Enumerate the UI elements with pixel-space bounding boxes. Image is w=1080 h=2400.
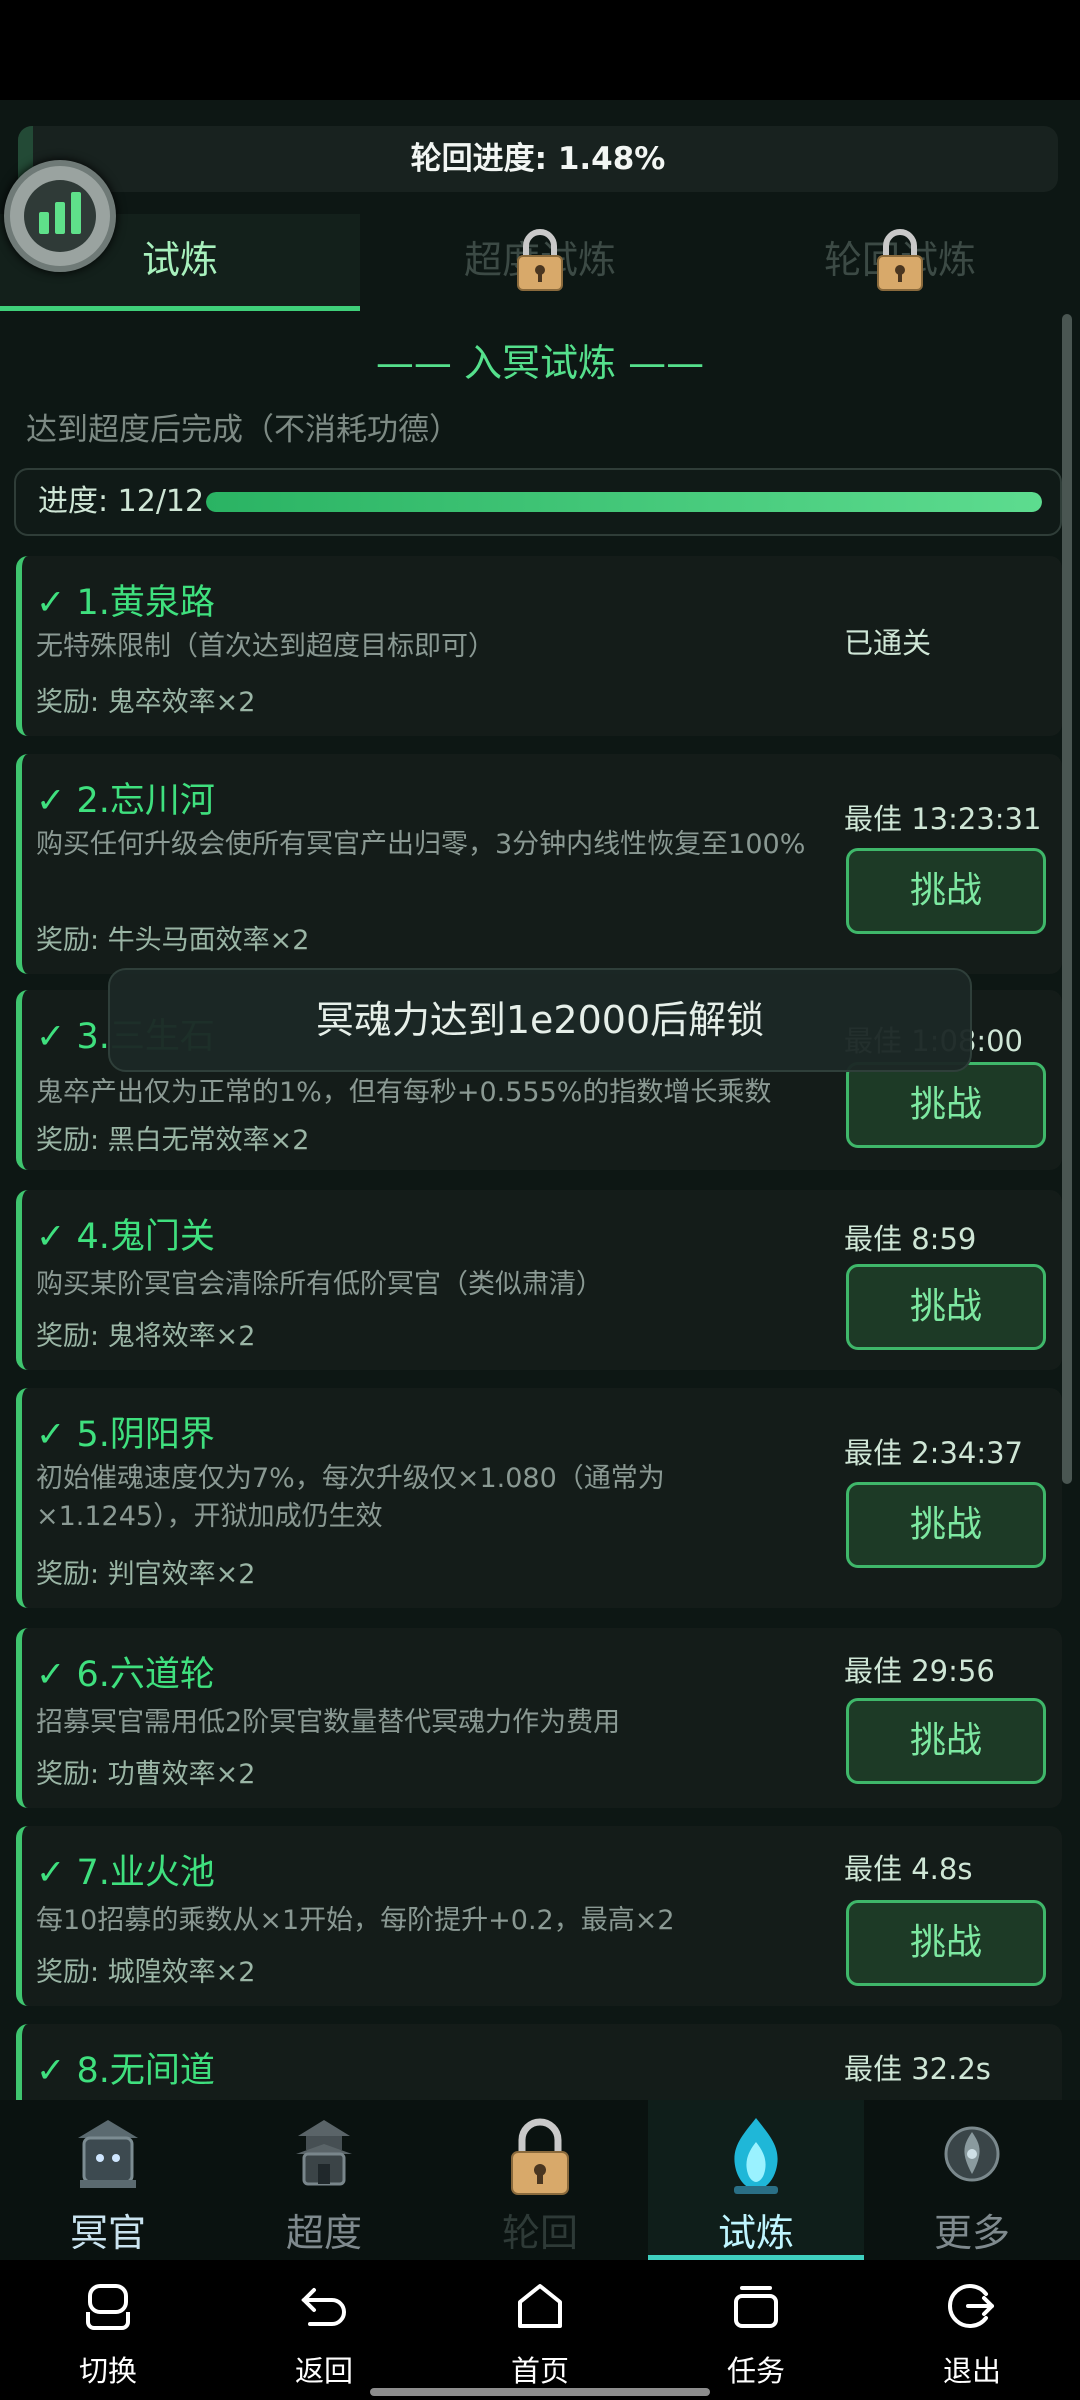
tasks-button[interactable]: 任务 [648,2260,864,2400]
section-title: —— 入冥试炼 —— [375,341,705,385]
home-icon [512,2278,568,2334]
lock-icon [874,228,926,294]
trial-name: ✓ 2.忘川河 [36,781,215,821]
challenge-button[interactable]: 挑战 [846,1264,1046,1350]
blue-flame-icon [720,2114,792,2198]
nav-chaodu[interactable]: 超度 [216,2100,432,2260]
trial-best-time: 最佳 29:56 [844,1654,995,1688]
bar-chart-icon [24,180,96,252]
unlock-toast: 冥魂力达到1e2000后解锁 [108,968,972,1072]
exit-label: 退出 [942,2354,1001,2388]
pagoda-icon [288,2114,360,2198]
trial-progress-label: 进度: 12/12 [38,484,205,519]
home-button[interactable]: 首页 [432,2260,648,2400]
trial-description: 无特殊限制（首次达到超度目标即可） [36,631,495,662]
trial-description: 初始催魂速度仅为7%，每次升级仅×1.080（通常为×1.1245），开狱加成仍… [36,1463,665,1532]
nav-mingguan[interactable]: 冥官 [0,2100,216,2260]
nav-more[interactable]: 更多 [864,2100,1080,2260]
trial-reward: 奖励: 鬼将效率×2 [36,1321,256,1352]
trial-progress-fill [206,492,1042,512]
home-label: 首页 [510,2354,569,2388]
trial-reward: 奖励: 鬼卒效率×2 [36,687,256,718]
challenge-button[interactable]: 挑战 [846,1482,1046,1568]
tasks-label: 任务 [726,2354,785,2388]
reincarnation-progress-bar: 轮回进度: 1.48% [18,126,1058,192]
lock-icon [504,2114,576,2198]
ornament-icon [936,2114,1008,2198]
nav-label: 试炼 [717,2211,794,2255]
trial-name: ✓ 1.黄泉路 [36,583,215,623]
switch-label: 切换 [78,2354,137,2388]
trial-reward: 奖励: 功曹效率×2 [36,1759,256,1790]
trial-description: 每10招募的乘数从×1开始，每阶提升+0.2，最高×2 [36,1905,675,1936]
trial-description: 鬼卒产出仅为正常的1%，但有每秒+0.555%的指数增长乘数 [36,1077,772,1108]
stats-button[interactable] [4,160,116,272]
trial-card-2: ✓ 2.忘川河 购买任何升级会使所有冥官产出归零，3分钟内线性恢复至100% 奖… [16,754,1062,974]
trial-subtabs: 试炼 超度试炼 轮回试炼 [0,214,1080,311]
trial-reward: 奖励: 判官效率×2 [36,1559,256,1590]
progress-label: 轮回进度: 1.48% [410,141,666,177]
switch-icon [80,2278,136,2334]
trial-name: ✓ 5.阴阳界 [36,1415,215,1455]
back-icon [296,2278,352,2334]
nav-label: 冥官 [69,2211,146,2255]
challenge-button[interactable]: 挑战 [846,1900,1046,1986]
trial-card-5: ✓ 5.阴阳界 初始催魂速度仅为7%，每次升级仅×1.080（通常为×1.124… [16,1388,1062,1608]
trial-card-1: ✓ 1.黄泉路 无特殊限制（首次达到超度目标即可） 奖励: 鬼卒效率×2 已通关 [16,556,1062,736]
back-label: 返回 [294,2354,353,2388]
bottom-nav: 冥官 超度 轮回 试炼 更多 [0,2100,1080,2260]
trial-name: ✓ 8.无间道 [36,2051,215,2091]
challenge-button[interactable]: 挑战 [846,848,1046,934]
status-bar [0,0,1080,100]
gate-icon [72,2114,144,2198]
lock-icon [514,228,566,294]
challenge-button[interactable]: 挑战 [846,1062,1046,1148]
nav-shilian[interactable]: 试炼 [648,2100,864,2260]
trial-reward: 奖励: 黑白无常效率×2 [36,1125,310,1156]
trial-reward: 奖励: 牛头马面效率×2 [36,925,310,956]
trial-description: 招募冥官需用低2阶冥官数量替代冥魂力作为费用 [36,1707,621,1738]
tasks-icon [728,2278,784,2334]
trial-card-4: ✓ 4.鬼门关 购买某阶冥官会清除所有低阶冥官（类似肃清） 奖励: 鬼将效率×2… [16,1190,1062,1370]
trial-card-6: ✓ 6.六道轮 招募冥官需用低2阶冥官数量替代冥魂力作为费用 奖励: 功曹效率×… [16,1628,1062,1808]
trial-name: ✓ 6.六道轮 [36,1655,215,1695]
scrollbar[interactable] [1062,314,1072,1484]
trial-best-time: 最佳 8:59 [844,1222,977,1256]
trial-best-time: 最佳 32.2s [844,2052,991,2086]
trial-progress-track [206,492,1042,512]
trial-status: 已通关 [844,626,932,660]
nav-lunhui[interactable]: 轮回 [432,2100,648,2260]
nav-label: 超度 [285,2211,362,2255]
trial-card-7: ✓ 7.业火池 每10招募的乘数从×1开始，每阶提升+0.2，最高×2 奖励: … [16,1826,1062,2006]
trial-card-8: ✓ 8.无间道 最佳 32.2s [16,2024,1062,2100]
home-indicator [370,2388,710,2396]
tab-trial-label: 试炼 [141,238,218,282]
trial-progress-bar: 进度: 12/12 [14,468,1062,536]
trial-name: ✓ 4.鬼门关 [36,1217,215,1257]
trial-reward: 奖励: 城隍效率×2 [36,1957,256,1988]
trial-description: 购买任何升级会使所有冥官产出归零，3分钟内线性恢复至100% [36,829,806,860]
challenge-button[interactable]: 挑战 [846,1698,1046,1784]
nav-label: 更多 [933,2211,1010,2255]
switch-button[interactable]: 切换 [0,2260,216,2400]
trial-best-time: 最佳 13:23:31 [844,802,1042,836]
trial-best-time: 最佳 2:34:37 [844,1436,1024,1470]
section-subtitle: 达到超度后完成（不消耗功德） [26,412,460,448]
exit-button[interactable]: 退出 [864,2260,1080,2400]
exit-icon [944,2278,1000,2334]
back-button[interactable]: 返回 [216,2260,432,2400]
trial-best-time: 最佳 4.8s [844,1852,973,1886]
nav-label: 轮回 [501,2211,578,2255]
trial-description: 购买某阶冥官会清除所有低阶冥官（类似肃清） [36,1269,603,1300]
system-nav: 切换 返回 首页 任务 退出 [0,2260,1080,2400]
trial-name: ✓ 7.业火池 [36,1853,215,1893]
